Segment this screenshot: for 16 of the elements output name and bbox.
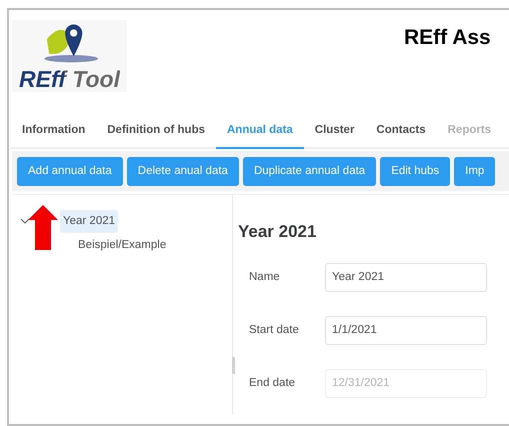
tab[interactable]: Contacts: [365, 122, 437, 150]
input-field[interactable]: 1/1/2021: [325, 316, 487, 345]
tab[interactable]: Definition of hubs: [96, 122, 216, 150]
tab[interactable]: Information: [11, 122, 96, 150]
detail-heading: Year 2021: [238, 221, 318, 244]
chevron-down-icon[interactable]: [20, 216, 30, 226]
tree-item[interactable]: Beispiel/Example: [75, 234, 170, 257]
splitter-handle[interactable]: [232, 357, 235, 374]
arrow-icon: [28, 205, 58, 250]
field-label: Name: [249, 270, 281, 285]
tree-item[interactable]: Year 2021: [60, 210, 118, 233]
input-field[interactable]: Year 2021: [325, 262, 487, 292]
field-label: Start date: [249, 322, 300, 338]
tab[interactable]: Cluster: [304, 122, 366, 150]
app-title: REff Ass: [404, 25, 492, 51]
field-label: End date: [249, 376, 296, 391]
